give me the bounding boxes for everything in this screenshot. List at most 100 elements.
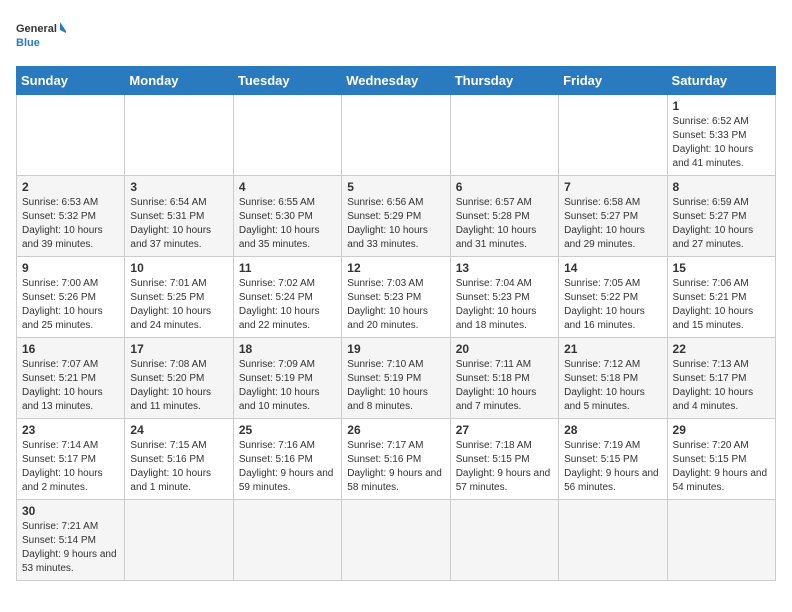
day-number: 24 xyxy=(130,423,227,437)
weekday-header-tuesday: Tuesday xyxy=(233,67,341,95)
calendar-cell xyxy=(342,500,450,581)
day-number: 6 xyxy=(456,180,553,194)
day-number: 16 xyxy=(22,342,119,356)
calendar-cell: 15 Sunrise: 7:06 AMSunset: 5:21 PMDayligh… xyxy=(667,257,775,338)
calendar-cell: 20 Sunrise: 7:11 AMSunset: 5:18 PMDayligh… xyxy=(450,338,558,419)
day-number: 22 xyxy=(673,342,770,356)
day-number: 3 xyxy=(130,180,227,194)
day-info: Sunrise: 6:56 AMSunset: 5:29 PMDaylight:… xyxy=(347,196,444,252)
calendar-cell: 3 Sunrise: 6:54 AMSunset: 5:31 PMDaylight… xyxy=(125,176,233,257)
day-number: 28 xyxy=(564,423,661,437)
calendar-cell xyxy=(450,500,558,581)
day-info: Sunrise: 6:58 AMSunset: 5:27 PMDaylight:… xyxy=(564,196,661,252)
calendar-cell: 5Sunrise: 6:56 AMSunset: 5:29 PMDaylight… xyxy=(342,176,450,257)
day-number: 19 xyxy=(347,342,444,356)
calendar-cell: 14Sunrise: 7:05 AMSunset: 5:22 PMDayligh… xyxy=(559,257,667,338)
calendar-cell: 19 Sunrise: 7:10 AMSunset: 5:19 PMDayligh… xyxy=(342,338,450,419)
calendar-cell: 23 Sunrise: 7:14 AMSunset: 5:17 PMDayligh… xyxy=(17,419,125,500)
day-info: Sunrise: 7:20 AMSunset: 5:15 PMDaylight:… xyxy=(673,439,770,495)
calendar-cell: 16 Sunrise: 7:07 AMSunset: 5:21 PMDayligh… xyxy=(17,338,125,419)
logo: General Blue xyxy=(16,16,66,56)
calendar-cell: 12 Sunrise: 7:03 AMSunset: 5:23 PMDayligh… xyxy=(342,257,450,338)
day-number: 1 xyxy=(673,99,770,113)
calendar-cell: 30 Sunrise: 7:21 AMSunset: 5:14 PMDayligh… xyxy=(17,500,125,581)
calendar-cell xyxy=(17,95,125,176)
calendar-cell xyxy=(125,500,233,581)
calendar-week-2: 2 Sunrise: 6:53 AMSunset: 5:32 PMDaylight… xyxy=(17,176,776,257)
svg-text:General: General xyxy=(16,23,57,35)
logo-svg: General Blue xyxy=(16,16,66,56)
day-number: 23 xyxy=(22,423,119,437)
day-number: 30 xyxy=(22,504,119,518)
calendar-cell: 6Sunrise: 6:57 AMSunset: 5:28 PMDaylight… xyxy=(450,176,558,257)
calendar-cell: 10Sunrise: 7:01 AMSunset: 5:25 PMDayligh… xyxy=(125,257,233,338)
weekday-header-friday: Friday xyxy=(559,67,667,95)
day-info: Sunrise: 7:18 AMSunset: 5:15 PMDaylight:… xyxy=(456,439,553,495)
day-info: Sunrise: 7:13 AMSunset: 5:17 PMDaylight:… xyxy=(673,358,770,414)
calendar-cell xyxy=(233,500,341,581)
day-info: Sunrise: 7:21 AMSunset: 5:14 PMDaylight:… xyxy=(22,520,119,576)
calendar-cell: 9Sunrise: 7:00 AMSunset: 5:26 PMDaylight… xyxy=(17,257,125,338)
calendar-cell: 21 Sunrise: 7:12 AMSunset: 5:18 PMDayligh… xyxy=(559,338,667,419)
day-info: Sunrise: 7:06 AMSunset: 5:21 PMDaylight:… xyxy=(673,277,770,333)
calendar-cell xyxy=(450,95,558,176)
day-number: 17 xyxy=(130,342,227,356)
weekday-header-monday: Monday xyxy=(125,67,233,95)
day-number: 11 xyxy=(239,261,336,275)
weekday-header: SundayMondayTuesdayWednesdayThursdayFrid… xyxy=(17,67,776,95)
day-number: 12 xyxy=(347,261,444,275)
calendar-cell xyxy=(233,95,341,176)
svg-text:Blue: Blue xyxy=(16,37,40,49)
calendar-cell: 7 Sunrise: 6:58 AMSunset: 5:27 PMDaylight… xyxy=(559,176,667,257)
calendar-week-5: 23 Sunrise: 7:14 AMSunset: 5:17 PMDayligh… xyxy=(17,419,776,500)
weekday-header-thursday: Thursday xyxy=(450,67,558,95)
day-info: Sunrise: 6:55 AMSunset: 5:30 PMDaylight:… xyxy=(239,196,336,252)
day-number: 7 xyxy=(564,180,661,194)
day-number: 18 xyxy=(239,342,336,356)
day-number: 21 xyxy=(564,342,661,356)
calendar-week-4: 16 Sunrise: 7:07 AMSunset: 5:21 PMDayligh… xyxy=(17,338,776,419)
calendar-week-3: 9Sunrise: 7:00 AMSunset: 5:26 PMDaylight… xyxy=(17,257,776,338)
day-info: Sunrise: 7:19 AMSunset: 5:15 PMDaylight:… xyxy=(564,439,661,495)
day-info: Sunrise: 7:03 AMSunset: 5:23 PMDaylight:… xyxy=(347,277,444,333)
calendar-cell: 26Sunrise: 7:17 AMSunset: 5:16 PMDayligh… xyxy=(342,419,450,500)
day-number: 20 xyxy=(456,342,553,356)
calendar-cell xyxy=(125,95,233,176)
day-number: 2 xyxy=(22,180,119,194)
day-info: Sunrise: 7:04 AMSunset: 5:23 PMDaylight:… xyxy=(456,277,553,333)
day-number: 10 xyxy=(130,261,227,275)
calendar-cell: 27Sunrise: 7:18 AMSunset: 5:15 PMDayligh… xyxy=(450,419,558,500)
day-info: Sunrise: 7:02 AMSunset: 5:24 PMDaylight:… xyxy=(239,277,336,333)
calendar-cell: 13 Sunrise: 7:04 AMSunset: 5:23 PMDayligh… xyxy=(450,257,558,338)
day-info: Sunrise: 6:53 AMSunset: 5:32 PMDaylight:… xyxy=(22,196,119,252)
weekday-header-saturday: Saturday xyxy=(667,67,775,95)
day-info: Sunrise: 7:09 AMSunset: 5:19 PMDaylight:… xyxy=(239,358,336,414)
calendar-cell: 8Sunrise: 6:59 AMSunset: 5:27 PMDaylight… xyxy=(667,176,775,257)
day-number: 9 xyxy=(22,261,119,275)
calendar-cell xyxy=(667,500,775,581)
day-info: Sunrise: 7:10 AMSunset: 5:19 PMDaylight:… xyxy=(347,358,444,414)
day-number: 15 xyxy=(673,261,770,275)
calendar-cell: 22 Sunrise: 7:13 AMSunset: 5:17 PMDayligh… xyxy=(667,338,775,419)
day-info: Sunrise: 7:08 AMSunset: 5:20 PMDaylight:… xyxy=(130,358,227,414)
calendar-cell xyxy=(559,95,667,176)
day-info: Sunrise: 7:16 AMSunset: 5:16 PMDaylight:… xyxy=(239,439,336,495)
calendar-cell xyxy=(559,500,667,581)
calendar-cell: 28 Sunrise: 7:19 AMSunset: 5:15 PMDayligh… xyxy=(559,419,667,500)
day-info: Sunrise: 6:54 AMSunset: 5:31 PMDaylight:… xyxy=(130,196,227,252)
calendar-cell: 1Sunrise: 6:52 AMSunset: 5:33 PMDaylight… xyxy=(667,95,775,176)
calendar-cell: 11 Sunrise: 7:02 AMSunset: 5:24 PMDayligh… xyxy=(233,257,341,338)
day-info: Sunrise: 7:12 AMSunset: 5:18 PMDaylight:… xyxy=(564,358,661,414)
calendar-cell xyxy=(342,95,450,176)
day-number: 13 xyxy=(456,261,553,275)
day-info: Sunrise: 7:11 AMSunset: 5:18 PMDaylight:… xyxy=(456,358,553,414)
weekday-header-sunday: Sunday xyxy=(17,67,125,95)
calendar-week-6: 30 Sunrise: 7:21 AMSunset: 5:14 PMDayligh… xyxy=(17,500,776,581)
calendar-cell: 18 Sunrise: 7:09 AMSunset: 5:19 PMDayligh… xyxy=(233,338,341,419)
day-number: 8 xyxy=(673,180,770,194)
day-info: Sunrise: 7:07 AMSunset: 5:21 PMDaylight:… xyxy=(22,358,119,414)
day-info: Sunrise: 7:15 AMSunset: 5:16 PMDaylight:… xyxy=(130,439,227,495)
day-number: 14 xyxy=(564,261,661,275)
day-number: 25 xyxy=(239,423,336,437)
day-info: Sunrise: 7:14 AMSunset: 5:17 PMDaylight:… xyxy=(22,439,119,495)
